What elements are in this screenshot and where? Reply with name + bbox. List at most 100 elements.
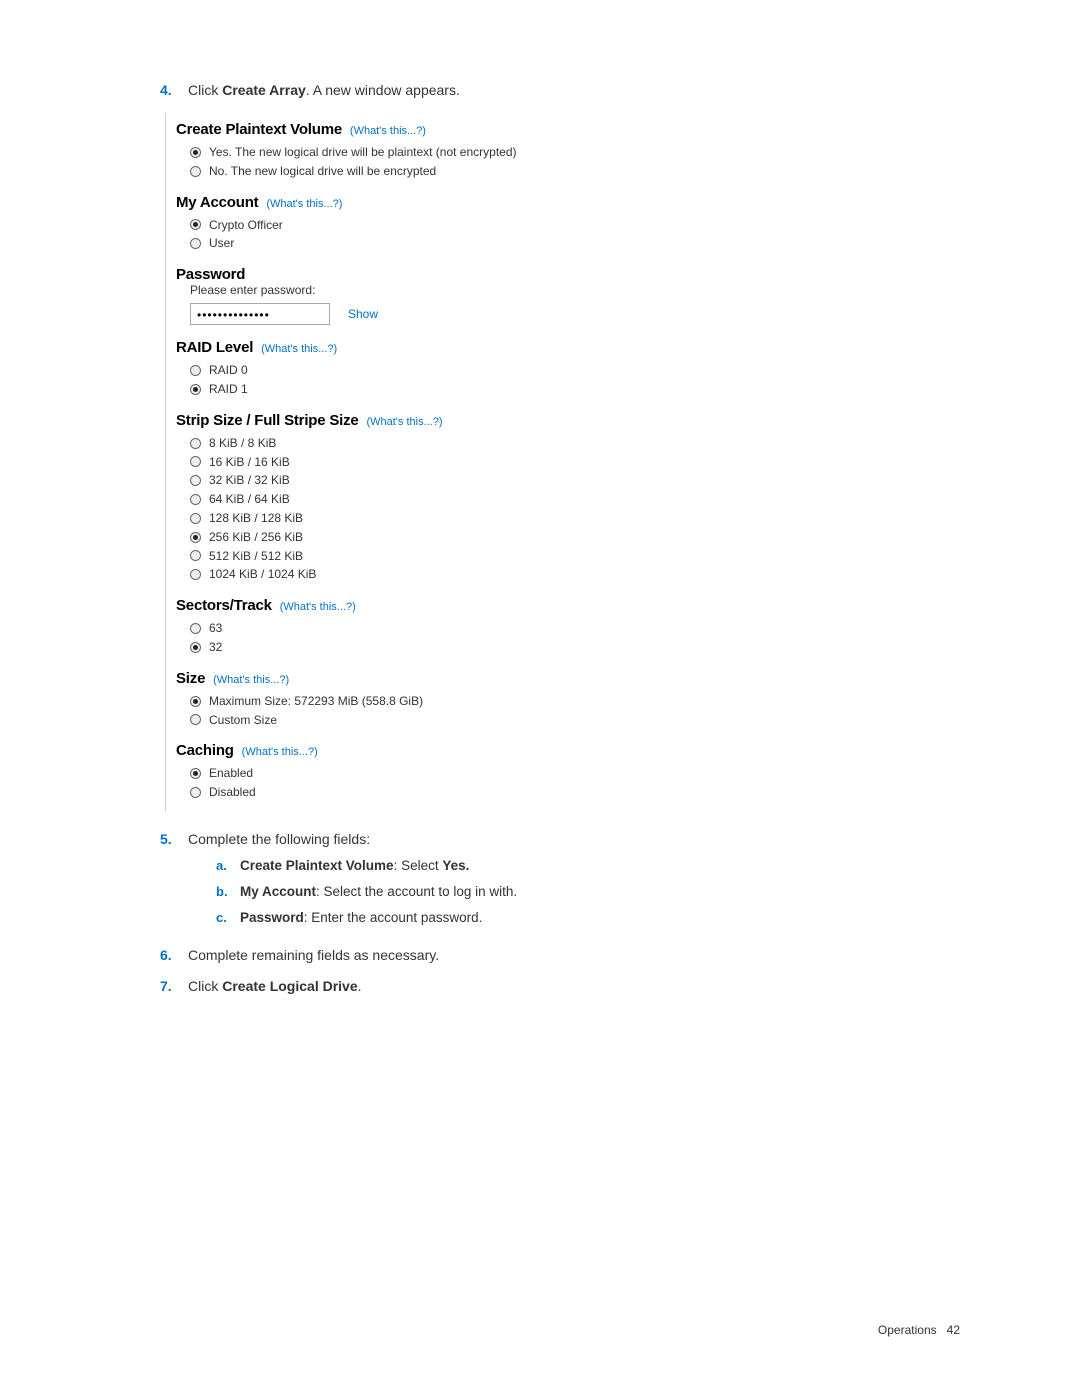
radio-icon[interactable] [190,550,201,561]
step-5c-marker: c. [216,908,240,928]
radio-icon[interactable] [190,238,201,249]
strip-option-label: 512 KiB / 512 KiB [209,548,303,565]
whats-this-link[interactable]: (What's this...?) [280,601,356,613]
strip-option[interactable]: 512 KiB / 512 KiB [190,548,715,565]
size-option-label: Maximum Size: 572293 MiB (558.8 GiB) [209,693,423,710]
whats-this-link[interactable]: (What's this...?) [366,416,442,428]
whats-this-link[interactable]: (What's this...?) [350,125,426,137]
caching-option[interactable]: Enabled [190,765,715,782]
page-footer: Operations 42 [878,1323,960,1337]
caching-option-label: Enabled [209,765,253,782]
sectors-option[interactable]: 32 [190,639,715,656]
step-7-text: Click Create Logical Drive. [188,976,960,997]
my-account-heading: My Account [176,194,258,211]
radio-icon[interactable] [190,219,201,230]
strip-option-label: 16 KiB / 16 KiB [209,454,290,471]
radio-icon[interactable] [190,714,201,725]
radio-icon[interactable] [190,384,201,395]
step-4-text: Click Create Array. A new window appears… [188,80,960,101]
whats-this-link[interactable]: (What's this...?) [261,343,337,355]
section-raid-level: RAID Level (What's this...?) RAID 0 RAID … [176,339,715,398]
password-heading: Password [176,266,245,283]
strip-option-label: 128 KiB / 128 KiB [209,510,303,527]
radio-icon[interactable] [190,623,201,634]
size-heading: Size [176,670,205,687]
strip-option[interactable]: 256 KiB / 256 KiB [190,529,715,546]
plaintext-volume-heading: Create Plaintext Volume [176,121,342,138]
account-option-label: Crypto Officer [209,217,283,234]
size-option-label: Custom Size [209,712,277,729]
strip-option[interactable]: 128 KiB / 128 KiB [190,510,715,527]
section-password: Password Please enter password: ••••••••… [176,266,715,325]
radio-icon[interactable] [190,696,201,707]
strip-option[interactable]: 1024 KiB / 1024 KiB [190,566,715,583]
section-caching: Caching (What's this...?) Enabled Disable… [176,742,715,801]
strip-option-label: 8 KiB / 8 KiB [209,435,276,452]
step-5-text: Complete the following fields: [188,831,370,847]
step-5-marker: 5. [160,831,188,847]
whats-this-link[interactable]: (What's this...?) [242,746,318,758]
sectors-option-label: 63 [209,620,222,637]
step-7-marker: 7. [160,978,188,994]
section-plaintext-volume: Create Plaintext Volume (What's this...?… [176,121,715,180]
account-option-label: User [209,235,234,252]
raid-option[interactable]: RAID 0 [190,362,715,379]
step-5b-text: My Account: Select the account to log in… [240,882,960,902]
radio-icon[interactable] [190,147,201,158]
section-strip-size: Strip Size / Full Stripe Size (What's th… [176,412,715,583]
plaintext-option[interactable]: Yes. The new logical drive will be plain… [190,144,715,161]
strip-option[interactable]: 64 KiB / 64 KiB [190,491,715,508]
radio-icon[interactable] [190,365,201,376]
radio-icon[interactable] [190,513,201,524]
raid-option-label: RAID 0 [209,362,248,379]
show-password-link[interactable]: Show [348,307,378,321]
sectors-option-label: 32 [209,639,222,656]
account-option[interactable]: Crypto Officer [190,217,715,234]
section-my-account: My Account (What's this...?) Crypto Offi… [176,194,715,253]
raid-option[interactable]: RAID 1 [190,381,715,398]
caching-heading: Caching [176,742,234,759]
strip-option-label: 256 KiB / 256 KiB [209,529,303,546]
strip-option[interactable]: 8 KiB / 8 KiB [190,435,715,452]
radio-icon[interactable] [190,456,201,467]
step-5c-text: Password: Enter the account password. [240,908,960,928]
radio-icon[interactable] [190,166,201,177]
whats-this-link[interactable]: (What's this...?) [266,198,342,210]
create-array-dialog-figure: Create Plaintext Volume (What's this...?… [165,113,725,811]
section-size: Size (What's this...?) Maximum Size: 572… [176,670,715,729]
radio-icon[interactable] [190,494,201,505]
step-5a-text: Create Plaintext Volume: Select Yes. [240,856,960,876]
size-option[interactable]: Custom Size [190,712,715,729]
size-option[interactable]: Maximum Size: 572293 MiB (558.8 GiB) [190,693,715,710]
sectors-option[interactable]: 63 [190,620,715,637]
radio-icon[interactable] [190,569,201,580]
sectors-track-heading: Sectors/Track [176,597,272,614]
step-5a-marker: a. [216,856,240,876]
radio-icon[interactable] [190,787,201,798]
caching-option[interactable]: Disabled [190,784,715,801]
strip-option-label: 64 KiB / 64 KiB [209,491,290,508]
password-label: Please enter password: [190,283,715,297]
strip-size-heading: Strip Size / Full Stripe Size [176,412,359,429]
password-input[interactable]: •••••••••••••• [190,303,330,325]
step-5b-marker: b. [216,882,240,902]
strip-option[interactable]: 16 KiB / 16 KiB [190,454,715,471]
whats-this-link[interactable]: (What's this...?) [213,674,289,686]
raid-level-heading: RAID Level [176,339,253,356]
step-6-marker: 6. [160,947,188,963]
plaintext-option-label: No. The new logical drive will be encryp… [209,163,436,180]
radio-icon[interactable] [190,475,201,486]
plaintext-option-label: Yes. The new logical drive will be plain… [209,144,517,161]
step-4-marker: 4. [160,82,188,98]
plaintext-option[interactable]: No. The new logical drive will be encryp… [190,163,715,180]
raid-option-label: RAID 1 [209,381,248,398]
radio-icon[interactable] [190,532,201,543]
radio-icon[interactable] [190,768,201,779]
strip-option-label: 32 KiB / 32 KiB [209,472,290,489]
radio-icon[interactable] [190,438,201,449]
section-sectors-track: Sectors/Track (What's this...?) 63 32 [176,597,715,656]
account-option[interactable]: User [190,235,715,252]
caching-option-label: Disabled [209,784,256,801]
radio-icon[interactable] [190,642,201,653]
strip-option[interactable]: 32 KiB / 32 KiB [190,472,715,489]
